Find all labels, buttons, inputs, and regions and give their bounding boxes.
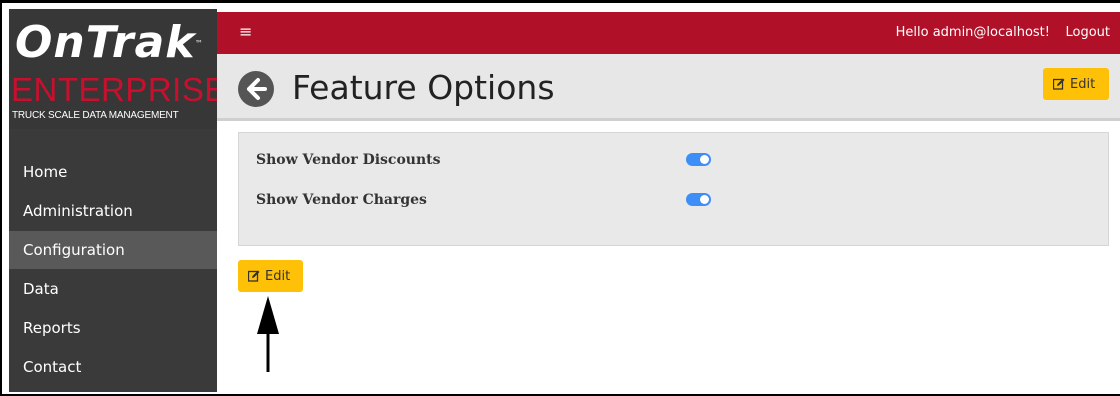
sidebar-item-data[interactable]: Data [9, 270, 217, 308]
sidebar-item-reports[interactable]: Reports [9, 309, 217, 347]
top-navbar: ≡ Hello admin@localhost! Logout [217, 12, 1120, 54]
edit-icon [1053, 78, 1065, 90]
sidebar-item-contact[interactable]: Contact [9, 348, 217, 386]
edit-button-bottom[interactable]: Edit [238, 260, 303, 292]
sidebar: OnTrak ™ ENTERPRISE TRUCK SCALE DATA MAN… [9, 9, 226, 392]
logo-tagline: TRUCK SCALE DATA MANAGEMENT [12, 110, 179, 121]
hamburger-icon[interactable]: ≡ [239, 22, 252, 41]
annotation-arrow-icon [257, 296, 279, 372]
sidebar-nav: Home Administration Configuration Data R… [9, 153, 217, 387]
arrow-left-circle-icon[interactable] [238, 71, 274, 107]
toggle-vendor-discounts[interactable] [686, 153, 711, 166]
option-label-vendor-charges: Show Vendor Charges [256, 192, 427, 208]
page-title: Feature Options [292, 68, 555, 107]
feature-options-panel: Show Vendor Discounts Show Vendor Charge… [238, 132, 1109, 246]
option-label-vendor-discounts: Show Vendor Discounts [256, 152, 441, 168]
edit-icon [248, 270, 260, 282]
logout-link[interactable]: Logout [1065, 25, 1110, 40]
user-greeting: Hello admin@localhost! [895, 25, 1050, 40]
sidebar-item-home[interactable]: Home [9, 153, 217, 191]
edit-button-top[interactable]: Edit [1043, 68, 1109, 100]
logo-product: ENTERPRISE [11, 71, 227, 108]
logo[interactable]: OnTrak ™ ENTERPRISE TRUCK SCALE DATA MAN… [9, 9, 226, 129]
logo-trademark: ™ [195, 39, 203, 48]
edit-button-label: Edit [265, 268, 291, 284]
toggle-vendor-charges[interactable] [686, 193, 711, 206]
edit-button-label: Edit [1070, 76, 1096, 92]
logo-brand: OnTrak [15, 17, 196, 68]
sidebar-item-configuration[interactable]: Configuration [9, 231, 217, 269]
page-header: Feature Options Edit [217, 54, 1120, 121]
sidebar-item-administration[interactable]: Administration [9, 192, 217, 230]
